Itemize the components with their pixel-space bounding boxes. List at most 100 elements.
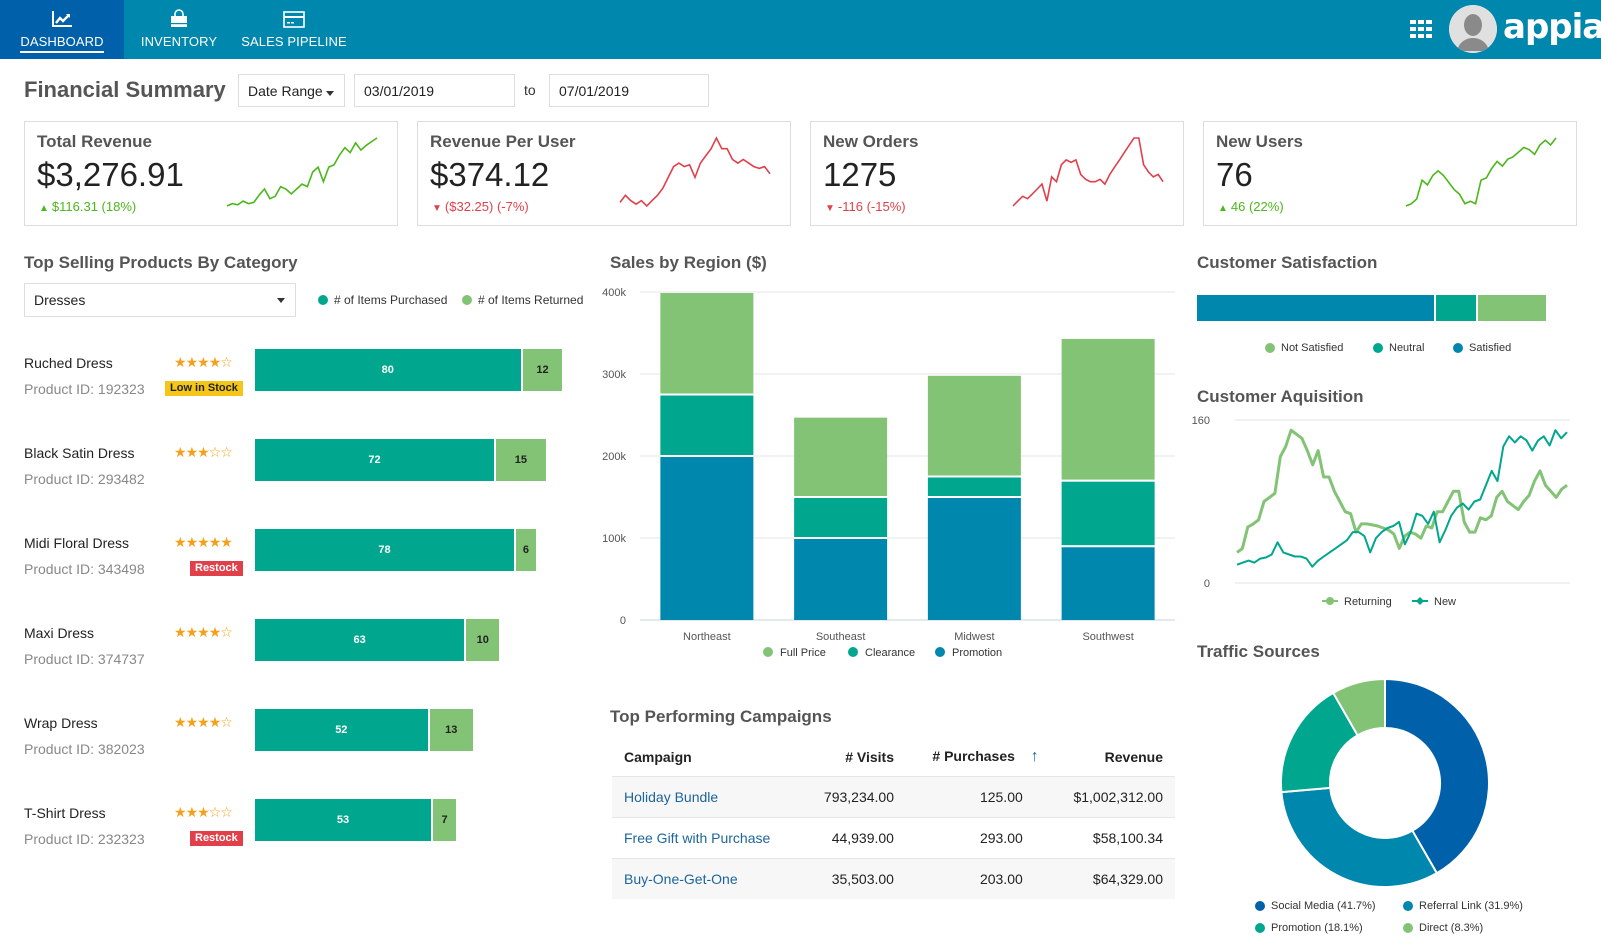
kpi-delta-value: 46 (22%) <box>1230 199 1284 214</box>
satisfaction-segment-satisfied <box>1197 295 1434 321</box>
purchased-bar: 53 <box>255 799 431 841</box>
triangle-up-icon: ▲ <box>39 203 49 214</box>
sparkline-line <box>1405 137 1557 207</box>
star-filled-icon: ★ <box>185 714 199 730</box>
x-tick-label: Southwest <box>1082 631 1133 643</box>
satisfaction-segment-not-satisfied <box>1477 295 1546 321</box>
bar-promotion <box>927 497 1021 620</box>
chevron-down-icon <box>277 298 285 303</box>
column-header-campaign[interactable]: Campaign <box>612 738 806 776</box>
legend-dot <box>763 647 773 657</box>
user-avatar-icon[interactable] <box>1449 5 1497 53</box>
bar-promotion <box>794 538 888 620</box>
bar-clearance <box>794 498 888 537</box>
grid-icon[interactable] <box>1410 20 1432 43</box>
triangle-down-icon: ▼ <box>432 203 442 214</box>
date-range-select[interactable]: Date Range <box>238 74 345 107</box>
credit-card-icon <box>283 9 305 29</box>
campaign-cell: Holiday Bundle <box>612 775 806 817</box>
legend-dot <box>1453 343 1463 353</box>
product-row: Midi Floral Dress Product ID: 343498 ★★★★★… <box>24 529 584 595</box>
star-filled-icon: ★ <box>208 534 222 550</box>
tab-sales-pipeline[interactable]: SALES PIPELINE <box>234 0 354 59</box>
y-tick-label: 160 <box>1192 415 1210 427</box>
campaign-link[interactable]: Buy-One-Get-One <box>624 871 738 887</box>
sparkline <box>226 137 378 207</box>
campaign-link[interactable]: Holiday Bundle <box>624 789 718 805</box>
tab-label: INVENTORY <box>140 34 218 49</box>
visits-cell: 793,234.00 <box>805 775 906 817</box>
legend-item: Satisfied <box>1453 342 1511 354</box>
star-filled-icon: ★ <box>197 354 210 370</box>
star-empty-icon: ☆ <box>220 354 233 370</box>
product-row: Ruched Dress Product ID: 192323 ★★★★☆ Low i… <box>24 349 584 415</box>
column-header-visits[interactable]: # Visits <box>806 738 906 776</box>
y-tick-label: 0 <box>620 615 626 627</box>
campaign-link[interactable]: Free Gift with Purchase <box>624 830 770 846</box>
column-header-revenue[interactable]: Revenue <box>1051 738 1175 776</box>
end-date-input[interactable]: 07/01/2019 <box>549 74 709 107</box>
start-date-input[interactable]: 03/01/2019 <box>354 74 515 107</box>
star-filled-icon: ★ <box>208 624 222 640</box>
category-dropdown[interactable]: Dresses <box>24 283 296 317</box>
legend-dot <box>848 647 858 657</box>
legend-dot <box>1403 901 1413 911</box>
stock-badge: Restock <box>190 831 243 846</box>
kpi-delta: ▲ $116.31 (18%) <box>39 199 136 214</box>
pie-slice-1 <box>1280 786 1439 888</box>
kpi-delta-value: -116 (-15%) <box>837 199 906 214</box>
sparkline <box>1012 137 1164 207</box>
customer-acquisition-title: Customer Aquisition <box>1197 387 1364 406</box>
customer-acquisition-chart: 0 160 Returning New <box>1192 415 1570 608</box>
product-id: Product ID: 343498 <box>24 561 145 577</box>
star-filled-icon: ★ <box>174 714 187 730</box>
star-rating: ★★★★★ <box>174 534 233 551</box>
appian-logo: appian <box>1503 7 1601 47</box>
purchases-cell: 293.00 <box>905 816 1051 858</box>
date-range-select-value: Date Range <box>248 82 323 99</box>
sparkline-line <box>226 137 378 207</box>
column-header-purchases[interactable]: # Purchases ↑ <box>906 738 1051 776</box>
purchased-bar: 52 <box>255 709 428 751</box>
star-rating: ★★★☆☆ <box>174 444 233 461</box>
kpi-card: New Orders 1275 ▼ -116 (-15%) <box>810 121 1184 226</box>
visits-cell: 35,503.00 <box>805 857 906 899</box>
purchased-bar: 72 <box>255 439 495 481</box>
star-filled-icon: ★ <box>197 624 210 640</box>
kpi-title: New Orders <box>823 132 919 151</box>
product-row: T-Shirt Dress Product ID: 232323 ★★★☆☆ Rest… <box>24 799 584 865</box>
legend-item: Referral Link (31.9%) <box>1403 900 1523 912</box>
star-rating: ★★★☆☆ <box>174 804 233 821</box>
returned-bar: 6 <box>515 529 536 571</box>
star-filled-icon: ★ <box>197 444 210 460</box>
tab-inventory[interactable]: INVENTORY <box>124 0 234 59</box>
legend-label: Satisfied <box>1469 342 1512 354</box>
kpi-delta-value: ($32.25) (-7%) <box>444 199 529 214</box>
star-filled-icon: ★ <box>197 534 210 550</box>
star-filled-icon: ★ <box>220 534 233 550</box>
purchased-bar: 63 <box>255 619 465 661</box>
stock-badge: Restock <box>190 561 243 576</box>
revenue-cell: $58,100.34 <box>1050 816 1175 858</box>
star-filled-icon: ★ <box>185 804 199 820</box>
returned-bar: 12 <box>522 349 563 391</box>
kpi-delta: ▼ -116 (-15%) <box>825 199 906 214</box>
sort-ascending-icon[interactable]: ↑ <box>1031 748 1039 765</box>
tab-dashboard[interactable]: DASHBOARD <box>0 0 124 59</box>
top-nav-bar: DASHBOARD INVENTORY SALES PIPELINE appia… <box>0 0 1601 59</box>
sparkline <box>619 136 771 208</box>
star-empty-icon: ☆ <box>220 714 233 730</box>
legend-marker <box>1416 597 1424 605</box>
star-filled-icon: ★ <box>208 714 222 730</box>
x-tick-label: Northeast <box>683 631 731 643</box>
legend-dot <box>1265 343 1275 353</box>
legend-dot <box>1255 901 1265 911</box>
category-dropdown-value: Dresses <box>34 292 86 308</box>
kpi-delta: ▲ 46 (22%) <box>1218 199 1284 214</box>
y-tick-label: 300k <box>602 369 626 381</box>
star-filled-icon: ★ <box>174 624 187 640</box>
bar-full-price <box>927 375 1021 476</box>
purchased-bar: 80 <box>255 349 521 391</box>
bar-clearance <box>1061 481 1155 546</box>
kpi-title: Total Revenue <box>37 132 152 151</box>
